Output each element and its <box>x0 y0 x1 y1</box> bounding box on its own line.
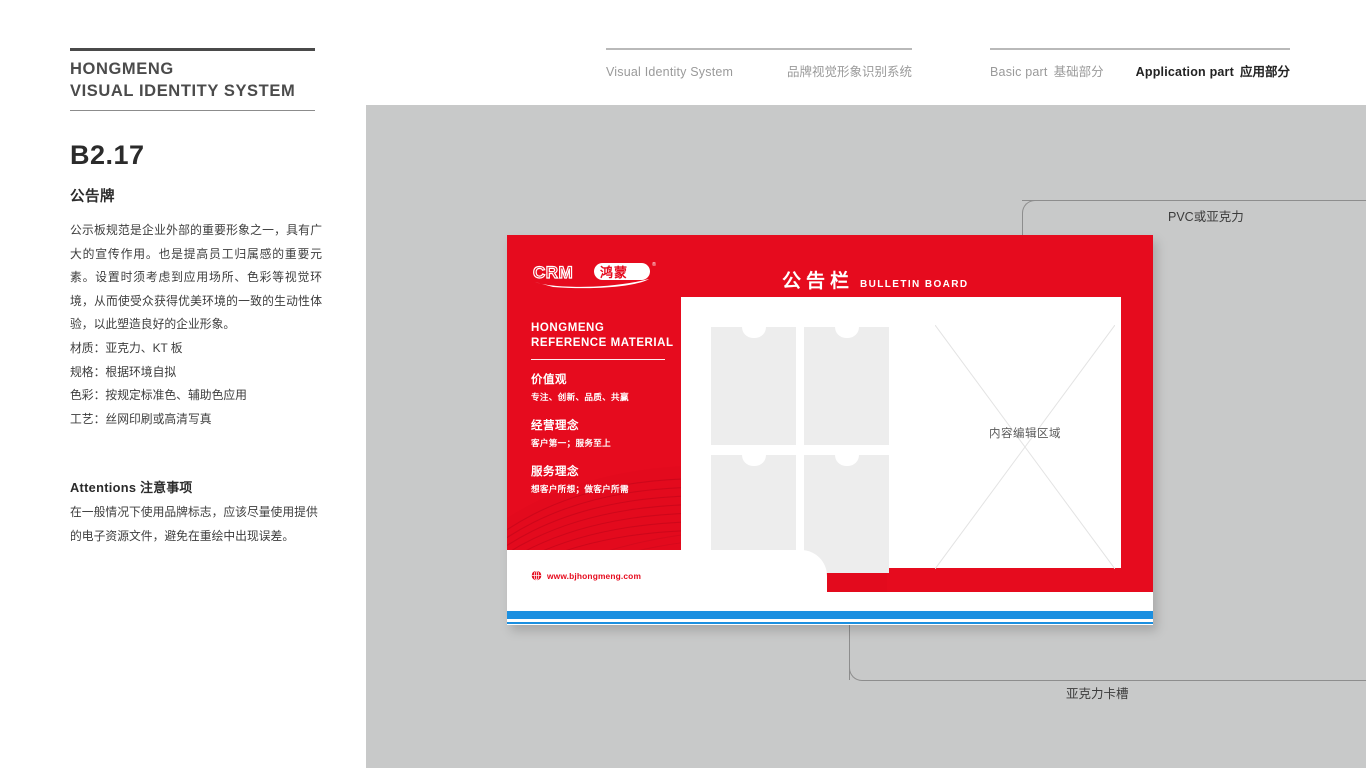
header-label-basic-en: Basic part <box>990 65 1048 79</box>
board-title-en: BULLETIN BOARD <box>860 279 969 290</box>
spec-item: 工艺：丝网印刷或高清写真 <box>70 411 212 426</box>
attentions-body: 在一般情况下使用品牌标志，应该尽量使用提供的电子资源文件，避免在重绘中出现误差。 <box>70 505 318 543</box>
page-root: HONGMENG VISUAL IDENTITY SYSTEM Visual I… <box>0 0 1366 768</box>
value-heading: 服务理念 <box>531 466 579 478</box>
value-block: 经营理念 客户第一；服务至上 <box>531 417 701 449</box>
header-label-basic-cn: 基础部分 <box>1053 65 1104 79</box>
spec-item: 规格：根据环境自拟 <box>70 364 177 379</box>
spec-item: 材质：亚克力、KT 板 <box>70 340 183 355</box>
board-title-cn: 公告栏 <box>782 271 855 292</box>
svg-text:鸿蒙: 鸿蒙 <box>600 265 628 281</box>
board-website: www.bjhongmeng.com <box>531 570 641 581</box>
value-sub: 想客户所想；做客户所需 <box>531 484 629 494</box>
reference-line-2: REFERENCE MATERIAL <box>531 337 674 350</box>
spec-list: 材质：亚克力、KT 板 规格：根据环境自拟 色彩：按规定标准色、辅助色应用 工艺… <box>70 337 322 431</box>
callout-bottom-label: 亚克力卡槽 <box>1066 687 1129 701</box>
board-stripe-blue-thin <box>507 622 1153 624</box>
callout-bottom-line <box>862 680 1366 681</box>
content-panel: 内容编辑区域 <box>681 297 1121 573</box>
svg-text:CRM: CRM <box>533 263 573 282</box>
spec-item: 色彩：按规定标准色、辅助色应用 <box>70 388 247 403</box>
attentions-title: Attentions 注意事项 <box>70 480 193 496</box>
brand-line-2: VISUAL IDENTITY SYSTEM <box>70 81 296 100</box>
svg-text:®: ® <box>652 261 656 268</box>
crm-hongmeng-logo: CRM 鸿蒙 ® <box>532 261 656 289</box>
callout-top-line <box>1022 200 1366 201</box>
card-slot <box>804 327 889 445</box>
value-sub: 客户第一；服务至上 <box>531 438 612 448</box>
section-code: B2.17 <box>70 140 145 170</box>
value-heading: 经营理念 <box>531 420 579 432</box>
card-slot-group <box>711 327 889 573</box>
card-slot <box>711 327 796 445</box>
value-block: 服务理念 想客户所想；做客户所需 <box>531 463 701 495</box>
section-description: 公示板规范是企业外部的重要形象之一，具有广大的宣传作用。也是提高员工归属感的重要… <box>70 223 322 332</box>
slot-notch <box>834 455 859 466</box>
section-title: 公告牌 <box>70 189 115 205</box>
left-info-column: B2.17 公告牌 公示板规范是企业外部的重要形象之一，具有广大的宣传作用。也是… <box>70 140 322 549</box>
board-surface: CRM 鸿蒙 ® HONGMENG REFERENCE MATERIAL 价值观… <box>507 235 1153 625</box>
header-group-parts: Basic part 基础部分 Application part 应用部分 <box>990 48 1290 80</box>
value-block: 价值观 专注、创新、品质、共赢 <box>531 371 701 403</box>
reference-rule <box>531 359 665 361</box>
slot-notch <box>741 327 766 338</box>
reference-line-1: HONGMENG <box>531 322 605 334</box>
globe-icon <box>531 570 542 581</box>
header-group-system: Visual Identity System 品牌视觉形象识别系统 <box>606 48 912 80</box>
reference-material-text: HONGMENG REFERENCE MATERIAL <box>531 321 674 352</box>
board-website-text: www.bjhongmeng.com <box>547 570 642 581</box>
callout-top-leader <box>1022 213 1023 237</box>
board-title: 公告栏 BULLETIN BOARD <box>782 266 969 293</box>
values-list: 价值观 专注、创新、品质、共赢 经营理念 客户第一；服务至上 服务理念 想客户所… <box>531 371 701 509</box>
content-area-label: 内容编辑区域 <box>989 427 1061 440</box>
bulletin-board-mockup: CRM 鸿蒙 ® HONGMENG REFERENCE MATERIAL 价值观… <box>507 235 1157 631</box>
header-label-application-en: Application part <box>1135 65 1234 79</box>
callout-top-label: PVC或亚克力 <box>1168 210 1244 224</box>
value-heading: 价值观 <box>531 374 567 386</box>
header-label-vis-cn: 品牌视觉形象识别系统 <box>786 65 912 79</box>
header-label-vis-en: Visual Identity System <box>606 65 734 79</box>
brand-line-1: HONGMENG <box>70 60 174 78</box>
header-label-application-cn: 应用部分 <box>1239 65 1290 79</box>
board-stripe-blue <box>507 611 1153 619</box>
slot-notch <box>834 327 859 338</box>
brand-title: HONGMENG VISUAL IDENTITY SYSTEM <box>70 51 320 103</box>
slot-notch <box>741 455 766 466</box>
brand-rule-bottom <box>70 109 315 112</box>
value-sub: 专注、创新、品质、共赢 <box>531 392 629 402</box>
brand-header: HONGMENG VISUAL IDENTITY SYSTEM <box>70 48 320 112</box>
board-red-panel: CRM 鸿蒙 ® HONGMENG REFERENCE MATERIAL 价值观… <box>507 235 1153 592</box>
